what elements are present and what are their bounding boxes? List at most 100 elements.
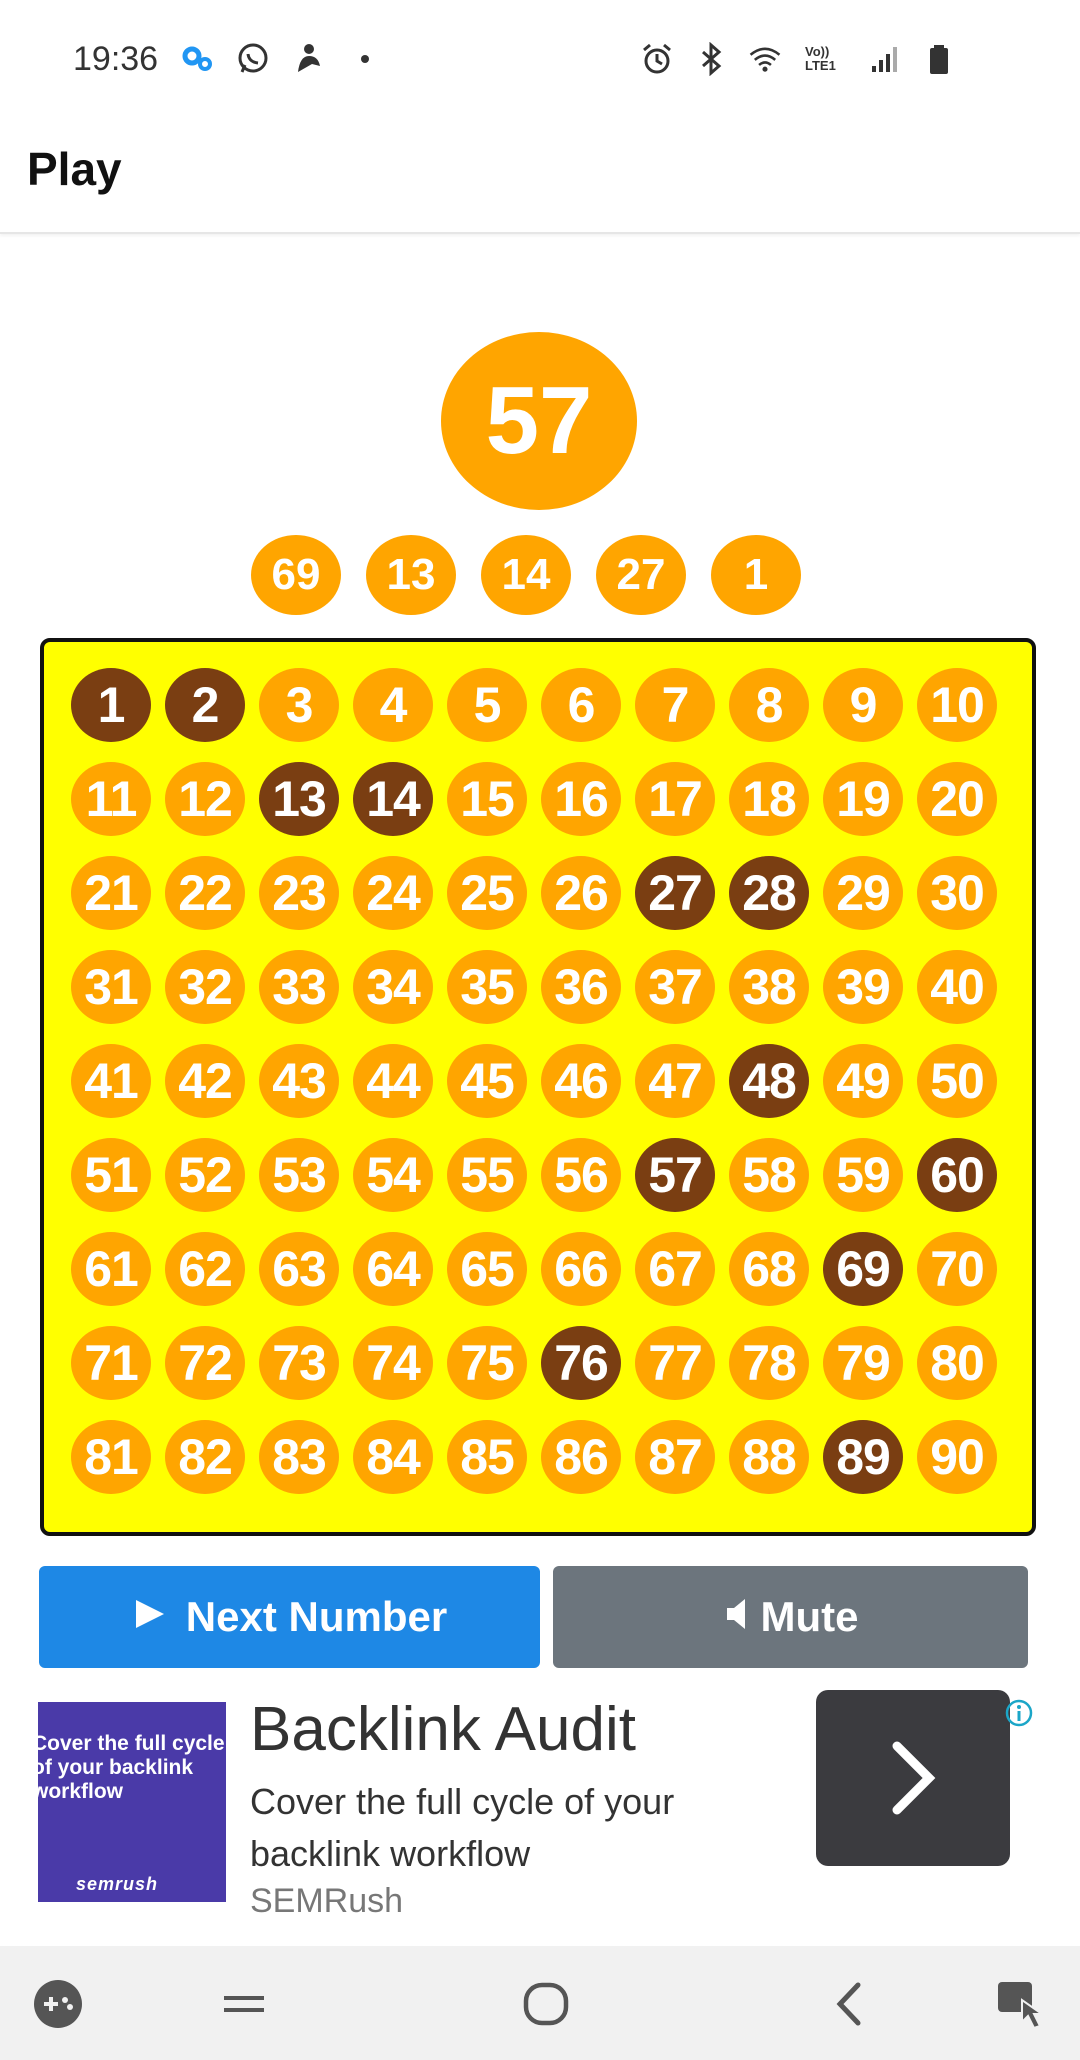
- board-number: 80: [917, 1326, 997, 1400]
- board-number: 64: [353, 1232, 433, 1306]
- back-icon[interactable]: [820, 1976, 880, 2032]
- board-number: 50: [917, 1044, 997, 1118]
- board-number: 42: [165, 1044, 245, 1118]
- board-number: 61: [71, 1232, 151, 1306]
- board-number: 31: [71, 950, 151, 1024]
- board-number: 39: [823, 950, 903, 1024]
- board-number: 40: [917, 950, 997, 1024]
- board-number: 53: [259, 1138, 339, 1212]
- board-number: 4: [353, 668, 433, 742]
- status-bar: 19:36 Vo)) LTE1: [0, 0, 1080, 120]
- next-number-label: Next Number: [185, 1593, 448, 1640]
- mute-button[interactable]: Mute: [553, 1566, 1028, 1668]
- board-number: 90: [917, 1420, 997, 1494]
- board-number: 67: [635, 1232, 715, 1306]
- board-number: 66: [541, 1232, 621, 1306]
- board-number: 63: [259, 1232, 339, 1306]
- board-number: 59: [823, 1138, 903, 1212]
- ad-image[interactable]: Cover the full cycle of your backlink wo…: [38, 1702, 226, 1902]
- board-number: 22: [165, 856, 245, 930]
- board-number: 51: [71, 1138, 151, 1212]
- ad-info-icon[interactable]: [1004, 1698, 1034, 1728]
- board-number-called: 60: [917, 1138, 997, 1212]
- board-number: 46: [541, 1044, 621, 1118]
- board-number: 82: [165, 1420, 245, 1494]
- board-number: 26: [541, 856, 621, 930]
- board-number-called: 2: [165, 668, 245, 742]
- board-number: 15: [447, 762, 527, 836]
- board-number: 83: [259, 1420, 339, 1494]
- current-number-ball: 57: [441, 332, 637, 510]
- alarm-icon: [640, 42, 674, 76]
- touch-assist-icon[interactable]: [990, 1976, 1050, 2032]
- board-number: 78: [729, 1326, 809, 1400]
- home-icon[interactable]: [516, 1976, 576, 2032]
- board-number-called: 48: [729, 1044, 809, 1118]
- ad-open-button[interactable]: [816, 1690, 1010, 1866]
- board-number: 23: [259, 856, 339, 930]
- board-number: 68: [729, 1232, 809, 1306]
- game-launcher-icon[interactable]: [28, 1976, 88, 2032]
- board-number-called: 13: [259, 762, 339, 836]
- board-number: 55: [447, 1138, 527, 1212]
- board-number: 35: [447, 950, 527, 1024]
- board-number-called: 57: [635, 1138, 715, 1212]
- board-number-called: 89: [823, 1420, 903, 1494]
- board-number: 20: [917, 762, 997, 836]
- board-number: 17: [635, 762, 715, 836]
- board-number: 38: [729, 950, 809, 1024]
- board-number: 88: [729, 1420, 809, 1494]
- board-number: 30: [917, 856, 997, 930]
- whatsapp-icon: [236, 42, 270, 76]
- board-number: 52: [165, 1138, 245, 1212]
- ad-title[interactable]: Backlink Audit: [250, 1694, 636, 1765]
- next-number-button[interactable]: Next Number: [39, 1566, 540, 1668]
- board-number-called: 28: [729, 856, 809, 930]
- board-number: 75: [447, 1326, 527, 1400]
- board-number: 6: [541, 668, 621, 742]
- gears-icon: [180, 42, 214, 76]
- board-number: 3: [259, 668, 339, 742]
- board-number: 36: [541, 950, 621, 1024]
- volte-icon: Vo)) LTE1: [802, 42, 848, 76]
- recent-number-ball: 69: [251, 535, 341, 615]
- recent-number-ball: 27: [596, 535, 686, 615]
- board-number: 58: [729, 1138, 809, 1212]
- board-number: 47: [635, 1044, 715, 1118]
- board-number: 79: [823, 1326, 903, 1400]
- board-number: 77: [635, 1326, 715, 1400]
- app-bar: Play: [0, 120, 1080, 234]
- volte-label: Vo)) LTE1: [805, 44, 836, 73]
- recent-apps-icon[interactable]: [214, 1976, 274, 2032]
- figure-icon: [292, 42, 326, 76]
- board-number: 81: [71, 1420, 151, 1494]
- board-number: 5: [447, 668, 527, 742]
- ad-banner[interactable]: Cover the full cycle of your backlink wo…: [38, 1690, 1048, 1920]
- chevron-right-icon: [892, 1741, 936, 1815]
- recent-number-ball: 13: [366, 535, 456, 615]
- board-number: 85: [447, 1420, 527, 1494]
- board-number: 37: [635, 950, 715, 1024]
- board-number: 29: [823, 856, 903, 930]
- board-number-called: 14: [353, 762, 433, 836]
- board-number: 18: [729, 762, 809, 836]
- ad-advertiser: SEMRush: [250, 1882, 404, 1920]
- number-board: 1 2 3 4 5 6 7 8 9 10 11 12 13 14 15 16 17 18 19 20 21 22 23 24 2…: [40, 638, 1036, 1536]
- board-number-called: 76: [541, 1326, 621, 1400]
- board-number: 41: [71, 1044, 151, 1118]
- board-number: 34: [353, 950, 433, 1024]
- ad-image-brand: semrush: [76, 1874, 159, 1894]
- board-number: 25: [447, 856, 527, 930]
- board-grid: 1 2 3 4 5 6 7 8 9 10 11 12 13 14 15 16 17 18 19 20 21 22 23 24 2…: [71, 668, 997, 1500]
- board-number: 72: [165, 1326, 245, 1400]
- battery-icon: [922, 42, 956, 76]
- play-icon: [132, 1593, 166, 1641]
- board-number: 21: [71, 856, 151, 930]
- board-number: 16: [541, 762, 621, 836]
- status-right-icons: Vo)) LTE1: [640, 42, 956, 76]
- board-number: 19: [823, 762, 903, 836]
- board-number: 11: [71, 762, 151, 836]
- page-title: Play: [27, 143, 122, 195]
- recent-number-ball: 1: [711, 535, 801, 615]
- board-number: 74: [353, 1326, 433, 1400]
